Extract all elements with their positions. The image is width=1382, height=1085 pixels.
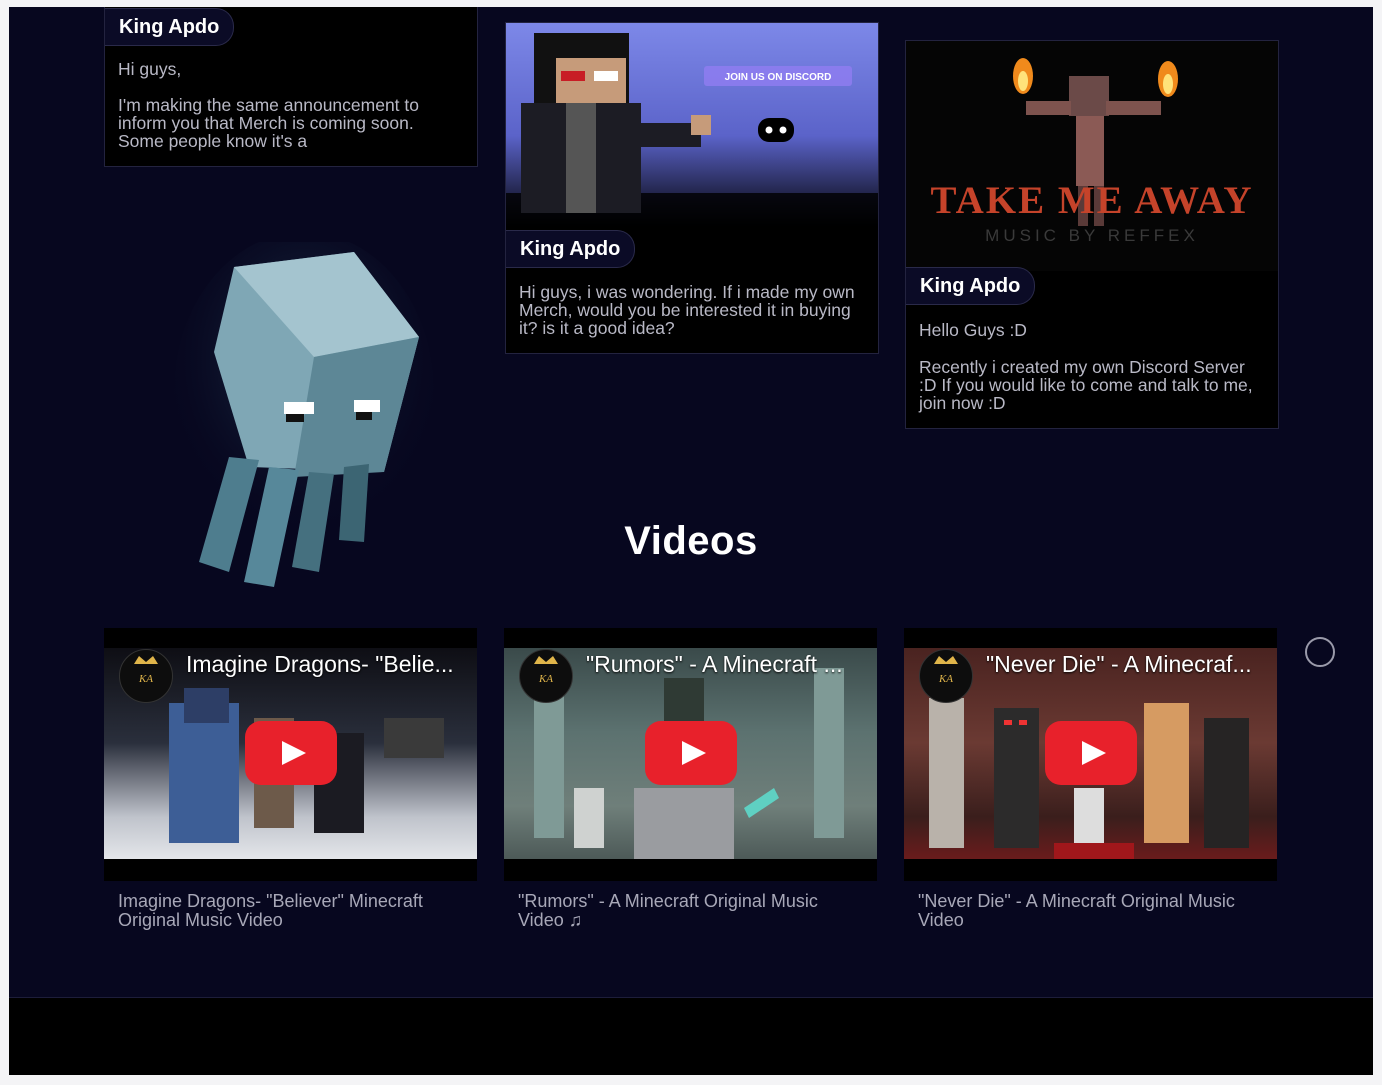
video-overlay-title[interactable]: Imagine Dragons- "Belie... — [186, 651, 461, 678]
post-image[interactable]: JOIN US ON DISCORD — [506, 23, 878, 228]
video-embed[interactable]: KA "Rumors" - A Minecraft ... — [504, 628, 877, 881]
scroll-indicator-icon[interactable] — [1305, 637, 1335, 667]
video-caption[interactable]: Imagine Dragons- "Believer" Minecraft Or… — [118, 892, 458, 930]
video-embed[interactable]: KA Imagine Dragons- "Belie... — [104, 628, 477, 881]
video-overlay-title[interactable]: "Rumors" - A Minecraft ... — [586, 651, 861, 678]
video-overlay-title[interactable]: "Never Die" - A Minecraf... — [986, 651, 1261, 678]
post-text: Hi guys, i was wondering. If i made my o… — [519, 282, 855, 338]
post-author[interactable]: King Apdo — [105, 8, 235, 46]
play-icon[interactable] — [1045, 721, 1137, 785]
footer — [9, 997, 1373, 1075]
post-card[interactable]: TAKE ME AWAY MUSIC BY REFFEX King Apdo H… — [905, 40, 1279, 429]
videos-heading: Videos — [624, 519, 758, 563]
discord-banner-text: JOIN US ON DISCORD — [725, 72, 832, 83]
discord-icon — [758, 118, 794, 142]
video-caption[interactable]: "Never Die" - A Minecraft Original Music… — [918, 892, 1258, 930]
post-text: Hi guys, — [118, 59, 182, 79]
play-icon[interactable] — [645, 721, 737, 785]
image-title-text: TAKE ME AWAY — [930, 179, 1253, 222]
play-icon[interactable] — [245, 721, 337, 785]
image-subtitle-text: MUSIC BY REFFEX — [985, 226, 1199, 245]
page: King Apdo Hi guys, I'm making the same a… — [9, 7, 1373, 1075]
video-caption[interactable]: "Rumors" - A Minecraft Original Music Vi… — [518, 892, 858, 930]
crown-logo-icon[interactable]: KA — [919, 649, 973, 703]
crown-logo-icon[interactable]: KA — [519, 649, 573, 703]
post-author[interactable]: King Apdo — [506, 230, 636, 268]
post-card[interactable]: JOIN US ON DISCORD King Apdo Hi guys, i … — [505, 22, 879, 354]
svg-text:KA: KA — [538, 673, 553, 685]
video-embed[interactable]: KA "Never Die" - A Minecraf... — [904, 628, 1277, 881]
post-author[interactable]: King Apdo — [906, 267, 1036, 305]
post-text: I'm making the same announcement to info… — [118, 95, 420, 151]
post-card[interactable]: King Apdo Hi guys, I'm making the same a… — [104, 7, 478, 167]
post-image[interactable]: TAKE ME AWAY MUSIC BY REFFEX — [906, 41, 1278, 271]
post-text: Hello Guys :D — [919, 320, 1027, 340]
crown-logo-icon[interactable]: KA — [119, 649, 173, 703]
svg-text:KA: KA — [938, 673, 953, 685]
post-text: Recently i created my own Discord Server… — [919, 357, 1253, 413]
svg-text:KA: KA — [138, 673, 153, 685]
